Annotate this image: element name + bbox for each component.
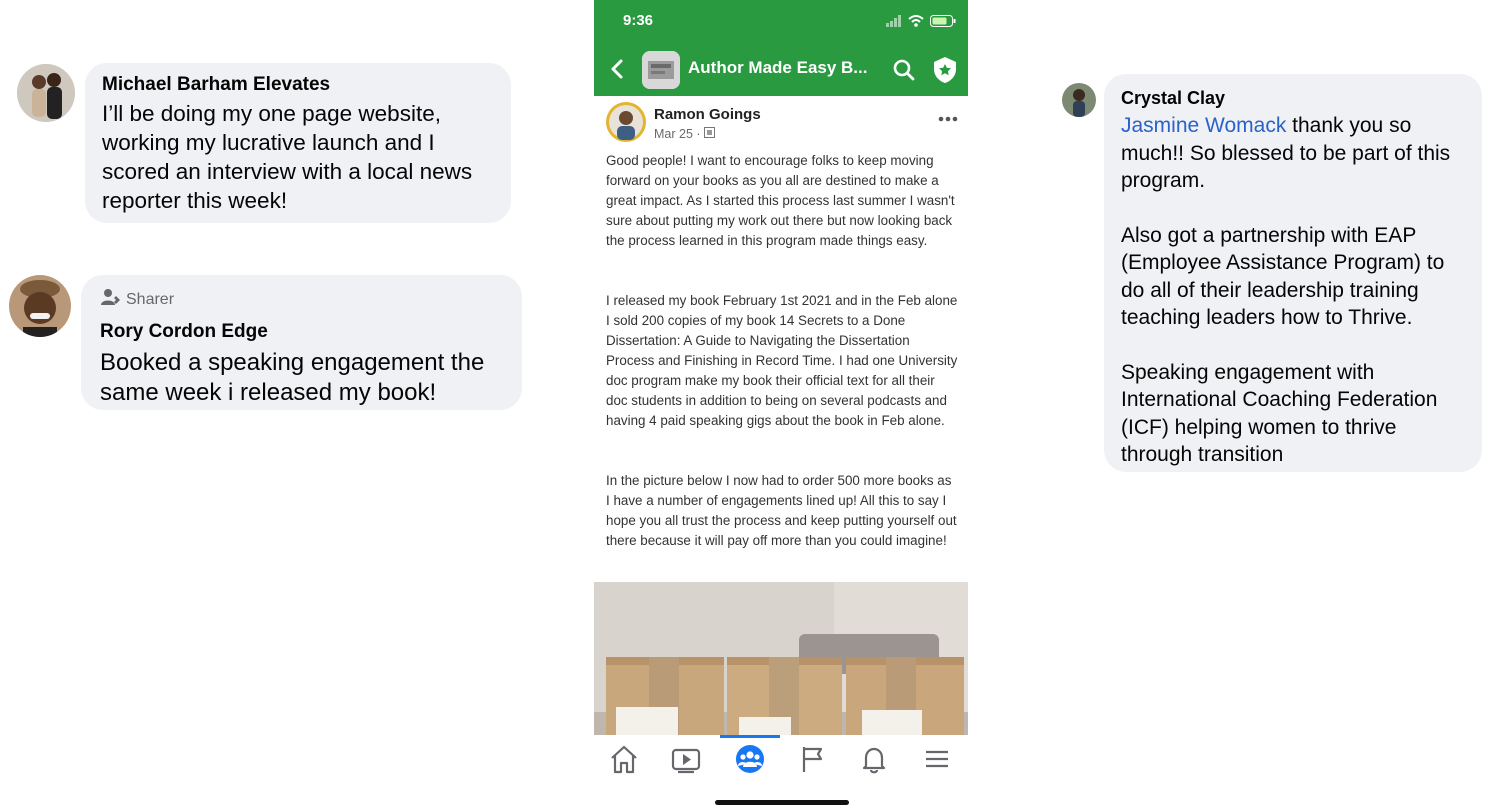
post-photo[interactable] [594,582,968,735]
comment-bubble-michael: Michael Barham Elevates I’ll be doing my… [85,63,511,223]
groups-icon[interactable] [732,741,768,777]
sharer-badge: Sharer [100,288,506,312]
flag-icon[interactable] [794,741,830,777]
post-date: Mar 25 · [654,127,701,141]
post-meta: Mar 25 · [654,127,715,141]
comment-author[interactable]: Michael Barham Elevates [102,73,495,97]
search-icon[interactable] [892,58,916,87]
active-tab-indicator [720,735,780,738]
mention-link[interactable]: Jasmine Womack [1121,114,1286,137]
group-thumbnail[interactable] [642,51,680,89]
bell-icon[interactable] [856,741,892,777]
group-privacy-icon [703,127,715,141]
comment-text-1: Jasmine Womack thank you so much!! So bl… [1121,112,1468,195]
video-icon[interactable] [668,741,704,777]
post-paragraph-3: In the picture below I now had to order … [606,473,957,548]
avatar-rory[interactable] [9,275,71,337]
comment-bubble-rory: Sharer Rory Cordon Edge Booked a speakin… [81,275,522,410]
post-paragraph-2: I released my book February 1st 2021 and… [606,293,958,428]
post-paragraph-1: Good people! I want to encourage folks t… [606,153,955,248]
back-chevron-icon[interactable] [609,58,625,85]
comment-text: Booked a speaking engagement the same we… [100,349,485,406]
battery-icon [930,14,956,32]
wifi-icon [908,14,924,32]
comment-author[interactable]: Rory Cordon Edge [100,320,506,344]
comment-text: I’ll be doing my one page website, worki… [102,101,473,213]
signal-icon [886,14,902,32]
phone-screenshot: 9:36 Author Made Easy B... Ramon Goings … [594,0,968,812]
home-indicator [715,800,849,805]
more-options-icon[interactable] [938,109,958,127]
status-time: 9:36 [623,12,654,29]
status-icons [886,14,956,32]
avatar-michael[interactable] [17,64,75,122]
comment-bubble-crystal: Crystal Clay Jasmine Womack thank you so… [1104,74,1482,472]
group-title[interactable]: Author Made Easy B... [688,58,867,78]
comment-text-2: Also got a partnership with EAP (Employe… [1121,223,1445,330]
post-author[interactable]: Ramon Goings [654,106,761,123]
admin-shield-icon[interactable] [932,56,958,89]
post-author-avatar[interactable] [606,102,646,142]
bottom-tab-bar [594,735,968,812]
group-header: 9:36 Author Made Easy B... [594,0,968,96]
comment-text-3: Speaking engagement with International C… [1121,360,1438,467]
home-icon[interactable] [606,741,642,777]
sharer-label: Sharer [126,291,175,308]
sharer-icon [100,288,120,312]
avatar-crystal[interactable] [1062,83,1096,117]
comment-author[interactable]: Crystal Clay [1121,86,1468,110]
menu-icon[interactable] [919,741,955,777]
